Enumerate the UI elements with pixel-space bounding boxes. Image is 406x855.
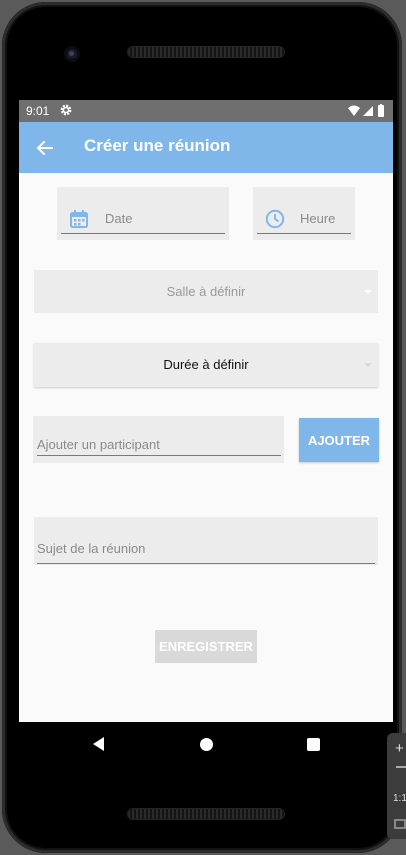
phone-frame: 9:01 Créer une réunion Date Heure Salle …: [2, 2, 402, 853]
app-bar: Créer une réunion: [19, 122, 393, 173]
calendar-icon: [70, 210, 88, 228]
zoom-in-icon[interactable]: +: [395, 740, 404, 757]
signal-battery-icons: [348, 104, 384, 117]
nav-back-icon[interactable]: [91, 736, 105, 752]
gear-icon: [60, 104, 72, 116]
participant-placeholder: Ajouter un participant: [37, 437, 160, 452]
time-placeholder: Heure: [300, 211, 336, 226]
page-title: Créer une réunion: [84, 136, 231, 155]
participant-input[interactable]: Ajouter un participant: [33, 416, 284, 463]
subject-placeholder: Sujet de la réunion: [37, 541, 146, 556]
front-camera: [64, 46, 80, 62]
participant-underline: [37, 455, 281, 456]
room-spinner-label: Salle à définir: [166, 284, 246, 299]
subject-input[interactable]: Sujet de la réunion: [34, 517, 378, 565]
time-field[interactable]: Heure: [253, 187, 355, 240]
status-time: 9:01: [26, 104, 50, 118]
clock-icon: [265, 209, 285, 229]
dropdown-arrow-icon: [364, 363, 372, 367]
date-placeholder: Date: [105, 211, 133, 226]
room-spinner[interactable]: Salle à définir: [34, 270, 378, 313]
arrow-back-icon[interactable]: [35, 138, 55, 158]
date-field[interactable]: Date: [57, 187, 229, 240]
date-underline: [61, 233, 225, 234]
zoom-out-icon[interactable]: [396, 766, 406, 768]
dropdown-arrow-icon: [364, 290, 372, 294]
save-button[interactable]: ENREGISTRER: [155, 630, 257, 663]
emulator-zoom-panel: + 1:1: [387, 733, 406, 839]
fit-screen-icon[interactable]: [394, 819, 406, 829]
bottom-speaker: [128, 809, 284, 819]
subject-underline: [37, 563, 375, 564]
duration-spinner[interactable]: Durée à définir: [34, 343, 378, 387]
add-participant-button[interactable]: AJOUTER: [299, 418, 379, 462]
nav-recents-icon[interactable]: [307, 738, 320, 751]
status-bar: 9:01: [19, 100, 393, 122]
system-nav-bar: [19, 722, 393, 766]
app-screen: 9:01 Créer une réunion Date Heure Salle …: [19, 100, 393, 722]
nav-home-icon[interactable]: [200, 738, 213, 751]
duration-spinner-label: Durée à définir: [163, 357, 249, 372]
top-speaker: [128, 47, 284, 57]
zoom-ratio[interactable]: 1:1: [393, 793, 406, 804]
time-underline: [257, 233, 351, 234]
